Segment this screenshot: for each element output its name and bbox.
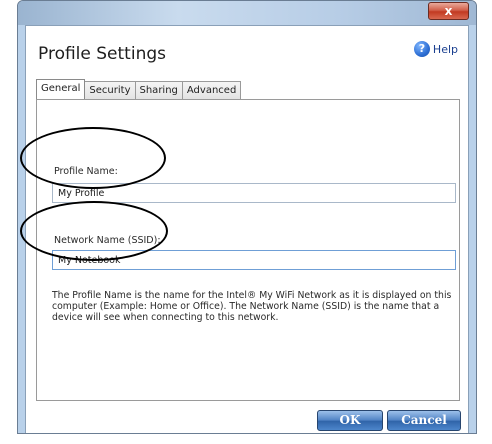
network-name-label: Network Name (SSID): [54,235,161,246]
profile-name-input[interactable] [52,183,456,203]
title-bar[interactable]: x [18,1,476,25]
tab-sharing[interactable]: Sharing [134,81,183,99]
page-title: Profile Settings [38,44,166,64]
tab-general[interactable]: General [36,79,86,99]
help-label[interactable]: Help [433,43,458,56]
dialog-button-bar: OK Cancel [26,407,468,433]
profile-name-label: Profile Name: [54,166,118,177]
help-icon[interactable]: ? [413,41,430,57]
tab-bar: General Security Sharing Advanced [36,79,242,99]
dialog-content: Profile Settings ? Help General Security… [25,25,469,433]
network-name-input[interactable] [52,250,456,270]
help-link[interactable]: ? Help [413,41,458,57]
ok-button[interactable]: OK [317,410,383,431]
tab-advanced[interactable]: Advanced [181,81,242,99]
tab-security[interactable]: Security [84,81,136,99]
description-text: The Profile Name is the name for the Int… [52,290,452,323]
close-button[interactable]: x [428,2,469,20]
cancel-button[interactable]: Cancel [387,410,461,431]
profile-settings-window: x Profile Settings ? Help General Securi… [17,0,477,434]
general-tab-panel: Profile Name: Network Name (SSID): The P… [36,99,460,401]
